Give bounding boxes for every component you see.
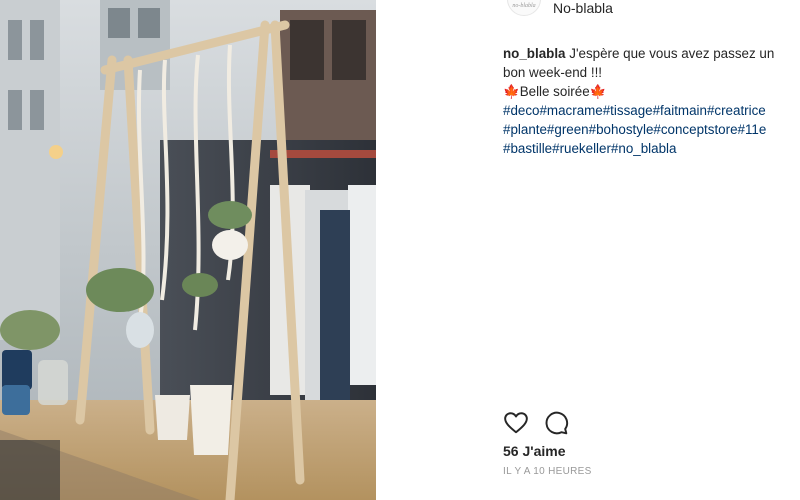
- likes-count[interactable]: 56 J'aime: [503, 443, 566, 459]
- shop-window-image: [0, 0, 376, 500]
- post-caption: no_blabla J'espère que vous avez passez …: [503, 44, 793, 158]
- avatar[interactable]: no-blabla: [507, 0, 541, 16]
- heart-icon[interactable]: [503, 410, 529, 436]
- post-details-panel: no-blabla No-blabla no_blabla J'espère q…: [376, 0, 800, 500]
- header-username[interactable]: No-blabla: [553, 0, 613, 16]
- caption-username[interactable]: no_blabla: [503, 46, 566, 61]
- post-header: no-blabla No-blabla: [376, 0, 800, 30]
- avatar-text: no-blabla: [512, 3, 536, 9]
- post-photo[interactable]: [0, 0, 376, 500]
- caption-hashtags[interactable]: #deco#macrame#tissage#faitmain#creatrice…: [503, 103, 766, 156]
- post-timestamp[interactable]: IL Y A 10 HEURES: [503, 466, 592, 477]
- comment-icon[interactable]: [543, 410, 569, 436]
- caption-line2: Belle soirée: [519, 84, 590, 99]
- maple-leaf-icon: 🍁: [589, 84, 607, 99]
- maple-leaf-icon: 🍁: [503, 84, 520, 99]
